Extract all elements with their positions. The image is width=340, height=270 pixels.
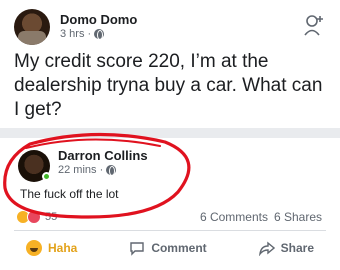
post-body-text: My credit score 220, I’m at the dealersh… [14, 51, 323, 120]
add-friend-icon[interactable] [304, 14, 324, 36]
comment-timestamp[interactable]: 22 mins · [58, 164, 103, 176]
comment-card: Darron Collins 22 mins · The fuck off th… [0, 138, 340, 270]
globe-icon [106, 165, 117, 176]
reaction-summary[interactable]: 55 [16, 210, 57, 224]
divider [14, 230, 326, 231]
post-timestamp[interactable]: 3 hrs · [60, 28, 91, 40]
globe-icon [94, 29, 105, 40]
online-status-indicator [42, 172, 51, 181]
comment-label: Comment [151, 241, 207, 255]
share-button[interactable]: Share [258, 240, 314, 256]
comment-button[interactable]: Comment [129, 240, 207, 256]
share-icon [258, 241, 275, 256]
post-author-name[interactable]: Domo Domo [60, 12, 137, 27]
reaction-count: 55 [45, 211, 58, 223]
comment-text: The fuck off the lot [20, 187, 119, 201]
comment-author-name[interactable]: Darron Collins [58, 148, 148, 163]
comments-count-link[interactable]: 6 Comments [200, 210, 268, 224]
haha-icon [25, 240, 42, 256]
post-meta: 3 hrs · [60, 28, 105, 40]
haha-button[interactable]: Haha [25, 240, 78, 256]
comment-meta: 22 mins · [58, 164, 117, 176]
love-reaction-icon [27, 210, 41, 224]
comment-icon [130, 242, 145, 256]
author-avatar[interactable] [14, 9, 50, 45]
share-label: Share [280, 241, 314, 255]
engagement-counts: 6 Comments 6 Shares [200, 210, 322, 224]
shares-count-link[interactable]: 6 Shares [274, 210, 322, 224]
post-card: Domo Domo 3 hrs · My credit score 220, I… [0, 0, 340, 128]
action-bar: Haha Comment Share [0, 236, 340, 260]
haha-label: Haha [47, 241, 78, 255]
